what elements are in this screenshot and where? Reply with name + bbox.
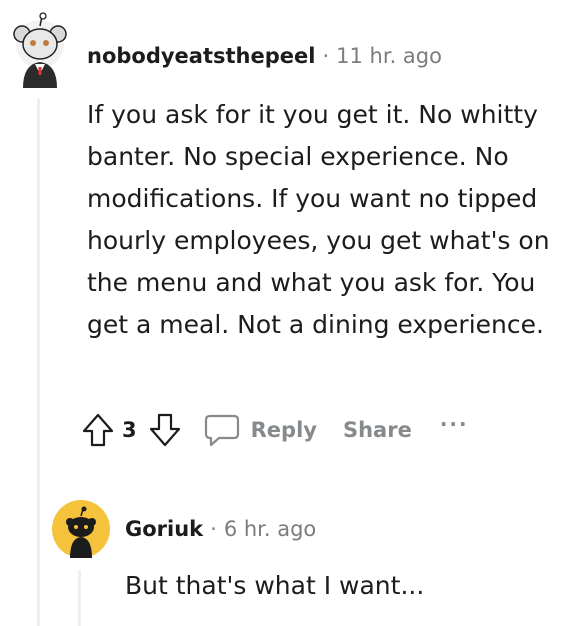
reply-meta: Goriuk · 6 hr. ago	[125, 517, 316, 541]
comment-meta: nobodyeatsthepeel · 11 hr. ago	[87, 44, 442, 68]
reply-separator-dot: ·	[210, 517, 217, 541]
avatar[interactable]	[11, 12, 69, 88]
reply-body: But that's what I want...	[125, 571, 425, 600]
thread-line	[37, 98, 40, 626]
timestamp[interactable]: 11 hr. ago	[336, 44, 442, 68]
share-button[interactable]: Share	[343, 418, 412, 442]
comment-body: If you ask for it you get it. No whitty …	[87, 100, 550, 339]
downvote-arrow-icon[interactable]	[149, 412, 181, 448]
upvote-arrow-icon[interactable]	[82, 412, 114, 448]
username[interactable]: nobodyeatsthepeel	[87, 44, 315, 68]
reply-username[interactable]: Goriuk	[125, 517, 203, 541]
separator-dot: ·	[322, 44, 330, 68]
reply-thread-line	[78, 570, 81, 626]
reply-avatar[interactable]	[52, 500, 110, 558]
reply-label: Reply	[250, 418, 317, 442]
speech-bubble-icon	[204, 414, 239, 447]
more-options-button[interactable]: ···	[440, 412, 469, 436]
comment-actions: 3 Reply Share ···	[82, 408, 469, 452]
reply-timestamp[interactable]: 6 hr. ago	[224, 517, 316, 541]
vote-count: 3	[122, 418, 137, 442]
reply-button[interactable]: Reply	[203, 412, 317, 448]
